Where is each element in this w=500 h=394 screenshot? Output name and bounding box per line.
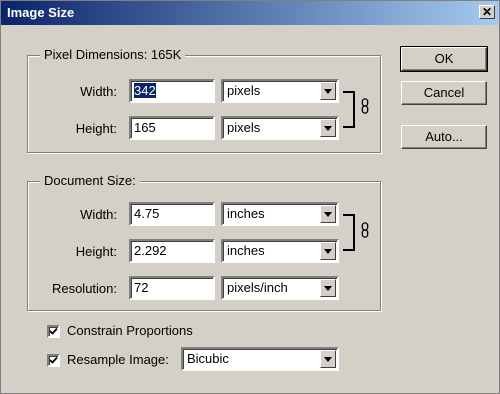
checkmark-icon (49, 356, 58, 364)
chevron-down-icon[interactable] (320, 242, 336, 260)
close-button[interactable]: ✕ (479, 5, 495, 19)
resolution-input[interactable]: 72 (129, 276, 215, 300)
pixel-dimensions-label: Pixel Dimensions: 165K (40, 47, 186, 62)
chevron-down-icon[interactable] (320, 279, 336, 297)
resolution-label: Resolution: (51, 281, 117, 296)
auto-button[interactable]: Auto... (401, 125, 487, 149)
pixel-height-label: Height: (75, 121, 117, 136)
resolution-value: 72 (134, 280, 149, 295)
checkmark-icon (49, 327, 58, 335)
pixel-height-unit: pixels (227, 120, 261, 135)
image-size-dialog: Image Size ✕ Pixel Dimensions: 165K Widt… (0, 0, 500, 394)
pixel-width-unit-select[interactable]: pixels (221, 79, 339, 103)
doc-height-unit: inches (227, 243, 265, 258)
doc-height-input[interactable]: 2.292 (129, 239, 215, 263)
pixel-width-label: Width: (80, 84, 117, 99)
pixel-constrain-bracket (343, 91, 355, 128)
chevron-down-icon[interactable] (320, 205, 336, 223)
doc-height-value: 2.292 (134, 243, 167, 258)
title-bar[interactable]: Image Size ✕ (1, 1, 499, 25)
doc-width-input[interactable]: 4.75 (129, 202, 215, 226)
doc-width-unit-select[interactable]: inches (221, 202, 339, 226)
chain-link-icon (361, 222, 369, 238)
pixel-height-value: 165 (134, 120, 156, 135)
resample-image-checkbox[interactable] (47, 354, 60, 367)
doc-height-unit-select[interactable]: inches (221, 239, 339, 263)
pixel-height-input[interactable]: 165 (129, 116, 215, 140)
constrain-proportions-label[interactable]: Constrain Proportions (67, 323, 193, 338)
chevron-down-icon[interactable] (320, 350, 336, 368)
ok-button[interactable]: OK (400, 46, 488, 72)
pixel-width-unit: pixels (227, 83, 261, 98)
pixel-width-input[interactable]: 342 (129, 79, 215, 103)
doc-width-value: 4.75 (134, 206, 160, 221)
doc-constrain-bracket (343, 214, 355, 251)
pixel-width-value: 342 (134, 83, 156, 98)
resolution-unit-select[interactable]: pixels/inch (221, 276, 339, 300)
resolution-unit: pixels/inch (227, 280, 288, 295)
chevron-down-icon[interactable] (320, 82, 336, 100)
chain-link-icon (361, 98, 369, 114)
chevron-down-icon[interactable] (320, 119, 336, 137)
resample-method-value: Bicubic (187, 351, 229, 366)
pixel-height-unit-select[interactable]: pixels (221, 116, 339, 140)
doc-width-label: Width: (80, 207, 117, 222)
dialog-title: Image Size (7, 5, 75, 20)
document-size-label: Document Size: (40, 173, 140, 188)
doc-height-label: Height: (75, 244, 117, 259)
doc-width-unit: inches (227, 206, 265, 221)
constrain-proportions-checkbox[interactable] (47, 325, 60, 338)
cancel-button[interactable]: Cancel (401, 81, 487, 105)
resample-method-select[interactable]: Bicubic (181, 347, 339, 371)
resample-image-label[interactable]: Resample Image: (67, 352, 169, 367)
